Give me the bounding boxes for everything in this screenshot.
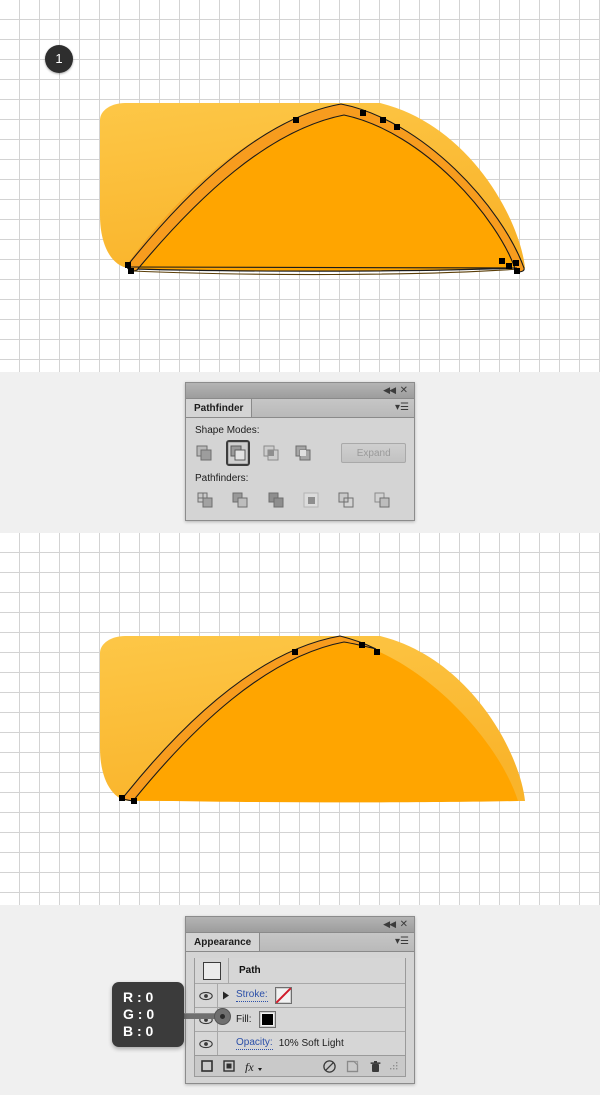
minus-back-icon xyxy=(374,492,390,507)
artboard-step-2: 2 xyxy=(0,533,600,905)
stroke-label[interactable]: Stroke: xyxy=(236,989,268,1002)
opacity-label[interactable]: Opacity: xyxy=(236,1037,273,1050)
pathfinder-merge-button[interactable] xyxy=(265,488,288,512)
pathfinder-titlebar: ◀◀ ✕ xyxy=(186,383,414,399)
expand-button[interactable]: Expand xyxy=(341,443,406,463)
pathfinder-minus-back-button[interactable] xyxy=(371,488,394,512)
stroke-swatch-none[interactable] xyxy=(274,987,292,1004)
triangle-right-icon xyxy=(223,991,229,1000)
tab-pathfinder[interactable]: Pathfinder xyxy=(186,399,253,417)
tab-appearance-label: Appearance xyxy=(194,936,252,948)
add-effect-icon[interactable]: fx xyxy=(245,1060,263,1073)
trim-icon xyxy=(232,492,248,507)
close-icon[interactable]: ✕ xyxy=(400,384,408,397)
panel-menu-icon[interactable]: ▾☰ xyxy=(395,935,409,949)
expand-arrow-opacity xyxy=(218,1032,234,1055)
rgb-tooltip: R : 0 G : 0 B : 0 xyxy=(112,982,184,1047)
opacity-value: 10% Soft Light xyxy=(278,1038,344,1049)
crop-icon xyxy=(303,492,319,507)
expand-arrow-stroke[interactable] xyxy=(218,984,234,1007)
resize-grip-icon[interactable] xyxy=(390,1061,399,1071)
collapse-icon[interactable]: ◀◀ xyxy=(383,918,396,931)
close-icon[interactable]: ✕ xyxy=(400,918,408,931)
appearance-titlebar: ◀◀ ✕ xyxy=(186,917,414,933)
fill-label: Fill: xyxy=(236,1014,252,1025)
eye-icon xyxy=(199,991,213,1000)
pathfinder-divide-button[interactable] xyxy=(194,488,217,512)
step-2-artwork xyxy=(100,635,525,804)
fill-swatch-black[interactable] xyxy=(258,1011,276,1028)
intersect-icon xyxy=(263,445,279,460)
pathfinders-row xyxy=(194,488,406,512)
pathfinder-tabrow: Pathfinder ▾☰ xyxy=(186,399,414,418)
appearance-object-row[interactable]: Path xyxy=(195,958,405,984)
tooltip-knob xyxy=(214,1008,231,1025)
pathfinder-panel: ◀◀ ✕ Pathfinder ▾☰ Shape Modes: Expand P… xyxy=(185,382,415,521)
eye-icon xyxy=(199,1039,213,1048)
shape-mode-exclude-button[interactable] xyxy=(293,441,314,465)
object-thumbnail xyxy=(202,961,221,980)
appearance-footer: fx xyxy=(194,1056,406,1077)
rgb-tooltip-b: B : 0 xyxy=(123,1023,154,1039)
unite-icon xyxy=(196,445,212,460)
expand-button-label: Expand xyxy=(356,447,391,459)
artboard-step-1: 1 xyxy=(0,0,600,372)
add-new-fill-icon[interactable] xyxy=(223,1060,235,1072)
divide-icon xyxy=(197,492,213,507)
add-new-stroke-icon[interactable] xyxy=(201,1060,213,1072)
step-badge-1: 1 xyxy=(45,45,73,73)
pathfinder-body: Shape Modes: Expand Pathfinders: xyxy=(186,418,414,520)
rgb-tooltip-r: R : 0 xyxy=(123,989,154,1005)
appearance-panel: ◀◀ ✕ Appearance ▾☰ Path Stroke: Fill: Op… xyxy=(185,916,415,1084)
delete-item-icon[interactable] xyxy=(369,1060,382,1073)
svg-text:fx: fx xyxy=(245,1060,254,1073)
pathfinder-outline-button[interactable] xyxy=(335,488,358,512)
shape-mode-unite-button[interactable] xyxy=(194,441,215,465)
shape-mode-intersect-button[interactable] xyxy=(261,441,282,465)
merge-icon xyxy=(268,492,284,507)
collapse-icon[interactable]: ◀◀ xyxy=(383,384,396,397)
tab-pathfinder-label: Pathfinder xyxy=(194,402,244,414)
pathfinder-trim-button[interactable] xyxy=(229,488,252,512)
pathfinders-label: Pathfinders: xyxy=(195,473,249,484)
shape-modes-row: Expand xyxy=(194,440,406,466)
appearance-row-stroke[interactable]: Stroke: xyxy=(195,984,405,1008)
tutorial-page: 1 ◀◀ ✕ Pathfinder ▾☰ Shape Modes: Expand… xyxy=(0,0,600,1095)
shape-mode-minus-front-button[interactable] xyxy=(226,440,250,466)
step-1-artwork xyxy=(100,103,525,276)
visibility-toggle-stroke[interactable] xyxy=(195,984,218,1007)
panel-menu-icon[interactable]: ▾☰ xyxy=(395,401,409,415)
shape-modes-label: Shape Modes: xyxy=(195,425,260,436)
minus-front-icon xyxy=(230,445,246,460)
appearance-tabrow: Appearance ▾☰ xyxy=(186,933,414,952)
clear-appearance-icon[interactable] xyxy=(323,1059,336,1073)
pathfinder-crop-button[interactable] xyxy=(300,488,323,512)
appearance-row-opacity[interactable]: Opacity: 10% Soft Light xyxy=(195,1032,405,1055)
tab-appearance[interactable]: Appearance xyxy=(186,933,261,951)
exclude-icon xyxy=(295,445,311,460)
visibility-toggle-opacity[interactable] xyxy=(195,1032,218,1055)
object-name: Path xyxy=(239,965,261,976)
rgb-tooltip-g: G : 0 xyxy=(123,1006,155,1022)
outline-icon xyxy=(338,492,354,507)
appearance-list: Path Stroke: Fill: Opacity: 10% Soft Lig… xyxy=(194,958,406,1056)
duplicate-item-icon[interactable] xyxy=(346,1060,359,1073)
